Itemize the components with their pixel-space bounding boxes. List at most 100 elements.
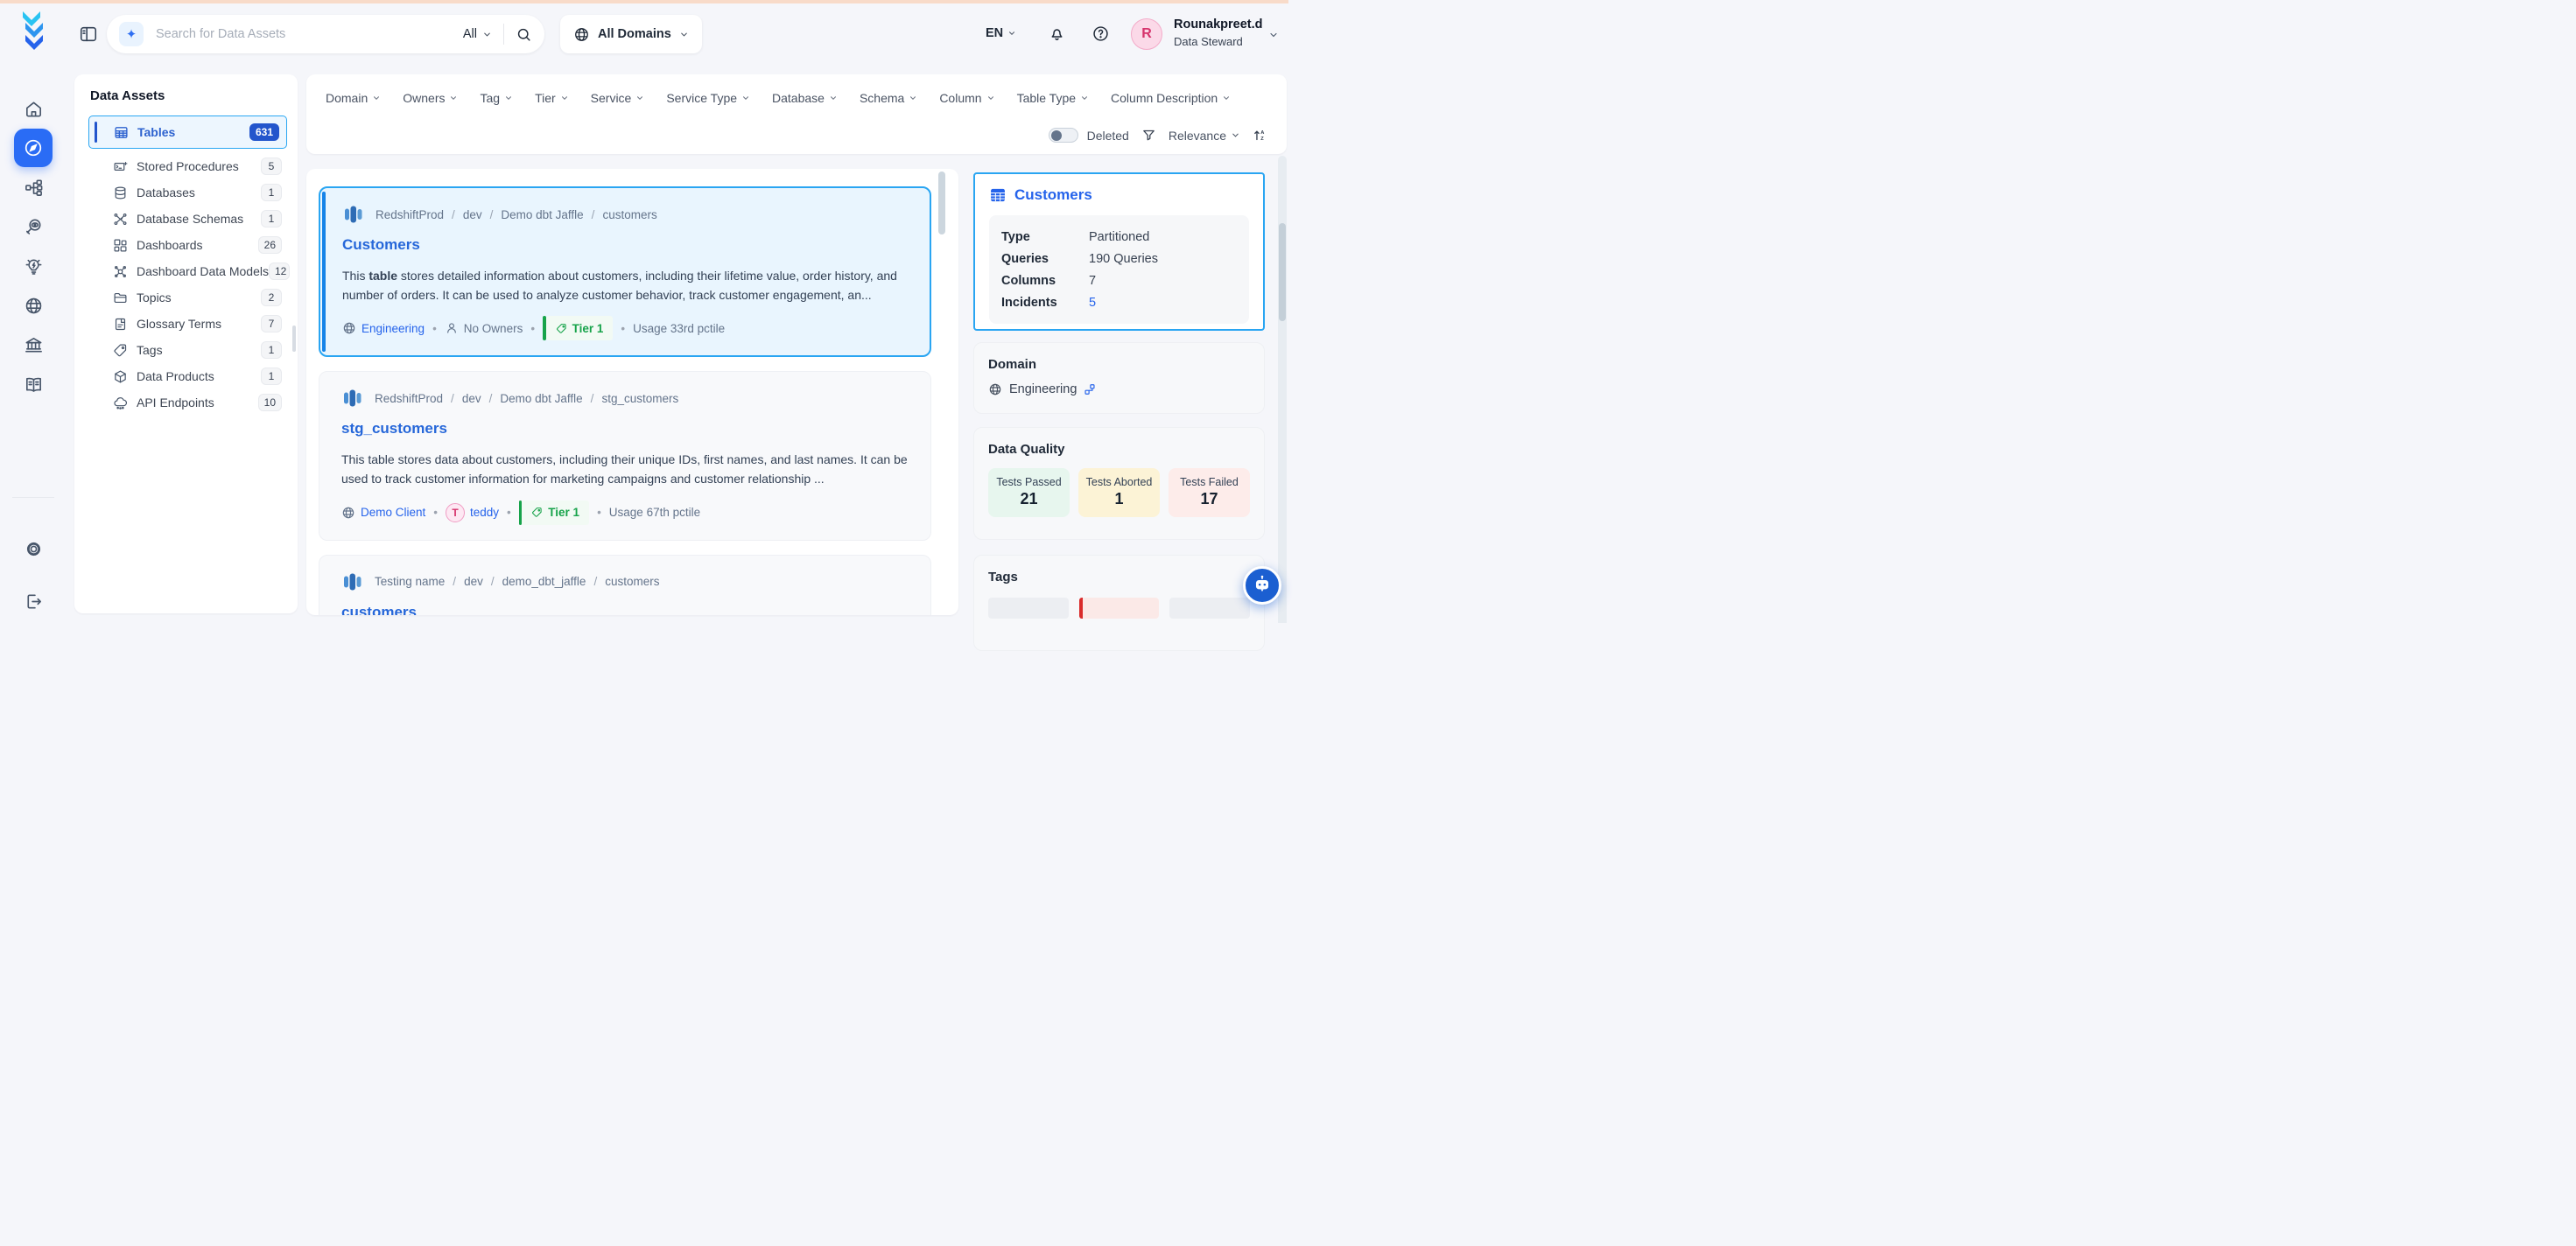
filter-dropdown-tag[interactable]: Tag bbox=[480, 91, 513, 105]
lineage-icon bbox=[24, 178, 44, 198]
info-value[interactable]: 5 bbox=[1089, 296, 1096, 310]
filter-dropdown-domain[interactable]: Domain bbox=[326, 91, 381, 105]
breadcrumb-part[interactable]: dev bbox=[463, 208, 482, 221]
tag-pill[interactable] bbox=[1079, 598, 1160, 619]
asset-count-badge: 1 bbox=[261, 368, 282, 385]
search-icon[interactable] bbox=[516, 26, 532, 43]
nav-rail-explore[interactable] bbox=[14, 129, 53, 167]
result-domain[interactable]: Engineering bbox=[342, 321, 425, 335]
nav-rail-govern[interactable] bbox=[14, 326, 53, 364]
filter-funnel-icon[interactable] bbox=[1141, 128, 1156, 143]
sidebar-item-topics[interactable]: Topics 2 bbox=[88, 284, 289, 311]
logout-icon bbox=[24, 592, 44, 612]
help-icon[interactable] bbox=[1091, 24, 1110, 43]
notifications-bell-icon[interactable] bbox=[1048, 24, 1066, 43]
user-menu-chevron-icon[interactable] bbox=[1268, 30, 1279, 40]
result-card-customers[interactable]: Testing name/dev/demo_dbt_jaffle/custome… bbox=[319, 555, 931, 615]
nav-rail-logout[interactable] bbox=[14, 582, 53, 620]
domain-value[interactable]: Engineering bbox=[1009, 382, 1077, 396]
sidebar-item-tags[interactable]: Tags 1 bbox=[88, 337, 289, 363]
sidebar-item-glossary-terms[interactable]: Glossary Terms 7 bbox=[88, 311, 289, 337]
filter-dropdown-owners[interactable]: Owners bbox=[403, 91, 458, 105]
summary-info-row-columns: Columns 7 bbox=[1001, 270, 1237, 291]
ai-sparkle-icon[interactable]: ✦ bbox=[119, 22, 144, 46]
result-description: This table stores detailed information a… bbox=[342, 267, 908, 304]
search-scope-dropdown[interactable]: All bbox=[463, 27, 492, 41]
user-avatar[interactable]: R bbox=[1131, 18, 1162, 50]
nav-rail-lineage[interactable] bbox=[14, 168, 53, 206]
result-title-link[interactable]: stg_customers bbox=[341, 420, 909, 438]
glossary-icon bbox=[24, 374, 44, 395]
filter-label: Database bbox=[772, 91, 825, 105]
result-domain[interactable]: Demo Client bbox=[341, 506, 425, 520]
owner-name[interactable]: teddy bbox=[470, 506, 499, 519]
app-logo[interactable] bbox=[19, 10, 54, 51]
domain-name[interactable]: Demo Client bbox=[361, 506, 425, 519]
sort-by-dropdown[interactable]: Relevance bbox=[1169, 129, 1240, 143]
filter-dropdown-column[interactable]: Column bbox=[939, 91, 994, 105]
nav-rail-observability[interactable] bbox=[14, 207, 53, 246]
breadcrumb-part[interactable]: demo_dbt_jaffle bbox=[502, 575, 586, 588]
tag-pill[interactable] bbox=[1169, 598, 1250, 619]
result-card-stg_customers[interactable]: RedshiftProd/dev/Demo dbt Jaffle/stg_cus… bbox=[319, 371, 931, 540]
tag-icon bbox=[556, 323, 567, 334]
breadcrumb-part[interactable]: RedshiftProd bbox=[376, 208, 444, 221]
nav-rail-settings[interactable] bbox=[14, 529, 53, 568]
result-title-link[interactable]: customers bbox=[341, 604, 909, 615]
sidebar-item-data-products[interactable]: Data Products 1 bbox=[88, 363, 289, 389]
breadcrumb-part[interactable]: dev bbox=[462, 392, 481, 405]
sidebar-toggle-icon[interactable] bbox=[79, 24, 98, 44]
stat-tests-passed[interactable]: Tests Passed 21 bbox=[988, 468, 1070, 517]
nav-rail-domains[interactable] bbox=[14, 286, 53, 325]
sidebar-item-dashboard-data-models[interactable]: Dashboard Data Models 12 bbox=[88, 258, 289, 284]
filter-dropdown-column-description[interactable]: Column Description bbox=[1111, 91, 1231, 105]
globe-icon bbox=[342, 321, 356, 335]
stat-tests-failed[interactable]: Tests Failed 17 bbox=[1169, 468, 1250, 517]
domain-name[interactable]: Engineering bbox=[361, 322, 425, 335]
filter-dropdown-table-type[interactable]: Table Type bbox=[1017, 91, 1089, 105]
breadcrumb-part[interactable]: customers bbox=[602, 208, 656, 221]
sidebar-item-tables[interactable]: Tables 631 bbox=[88, 116, 287, 149]
ai-assistant-button[interactable] bbox=[1243, 566, 1281, 605]
sidebar-item-dashboards[interactable]: Dashboards 26 bbox=[88, 232, 289, 258]
filter-dropdown-tier[interactable]: Tier bbox=[535, 91, 569, 105]
sidebar-item-api-endpoints[interactable]: API Endpoints 10 bbox=[88, 389, 289, 416]
stat-tests-aborted[interactable]: Tests Aborted 1 bbox=[1078, 468, 1160, 517]
domain-selector-dropdown[interactable]: All Domains bbox=[560, 15, 702, 53]
breadcrumb-part[interactable]: dev bbox=[464, 575, 483, 588]
owner[interactable]: T teddy bbox=[446, 503, 499, 522]
nav-rail-insights[interactable] bbox=[14, 247, 53, 285]
result-card-customers[interactable]: RedshiftProd/dev/Demo dbt Jaffle/custome… bbox=[319, 186, 931, 357]
breadcrumb-part[interactable]: Testing name bbox=[375, 575, 445, 588]
sidebar-item-database-schemas[interactable]: Database Schemas 1 bbox=[88, 206, 289, 232]
summary-title[interactable]: Customers bbox=[989, 186, 1249, 204]
hierarchy-link-icon[interactable] bbox=[1084, 383, 1096, 396]
page-scrollbar-thumb[interactable] bbox=[1279, 223, 1286, 321]
breadcrumb-part[interactable]: RedshiftProd bbox=[375, 392, 443, 405]
result-title-link[interactable]: Customers bbox=[342, 236, 908, 254]
tier-badge[interactable]: Tier 1 bbox=[519, 500, 589, 525]
breadcrumb-part[interactable]: Demo dbt Jaffle bbox=[500, 392, 582, 405]
sort-direction-icon[interactable]: AZ bbox=[1253, 128, 1267, 143]
filter-dropdown-database[interactable]: Database bbox=[772, 91, 838, 105]
tag-pill[interactable] bbox=[988, 598, 1069, 619]
user-menu[interactable]: Rounakpreet.d Data Steward bbox=[1174, 17, 1263, 49]
nav-rail-home[interactable] bbox=[14, 89, 53, 128]
filter-dropdown-service[interactable]: Service bbox=[591, 91, 645, 105]
language-selector[interactable]: EN bbox=[986, 26, 1016, 40]
breadcrumb-part[interactable]: Demo dbt Jaffle bbox=[501, 208, 583, 221]
filter-dropdown-service-type[interactable]: Service Type bbox=[666, 91, 750, 105]
deleted-toggle[interactable] bbox=[1049, 128, 1078, 143]
assets-scrollbar[interactable] bbox=[292, 326, 296, 352]
breadcrumb-part[interactable]: stg_customers bbox=[601, 392, 678, 405]
sidebar-item-stored-procedures[interactable]: Stored Procedures 5 bbox=[88, 153, 289, 179]
breadcrumb-part[interactable]: customers bbox=[605, 575, 659, 588]
nav-rail-glossary[interactable] bbox=[14, 365, 53, 403]
sidebar-item-databases[interactable]: Databases 1 bbox=[88, 179, 289, 206]
chevron-down-icon bbox=[504, 94, 513, 102]
filter-dropdown-schema[interactable]: Schema bbox=[860, 91, 917, 105]
results-scrollbar[interactable] bbox=[938, 172, 945, 234]
search-input[interactable] bbox=[156, 27, 463, 41]
global-search-bar[interactable]: ✦ All bbox=[107, 15, 544, 53]
tier-badge[interactable]: Tier 1 bbox=[543, 316, 613, 340]
